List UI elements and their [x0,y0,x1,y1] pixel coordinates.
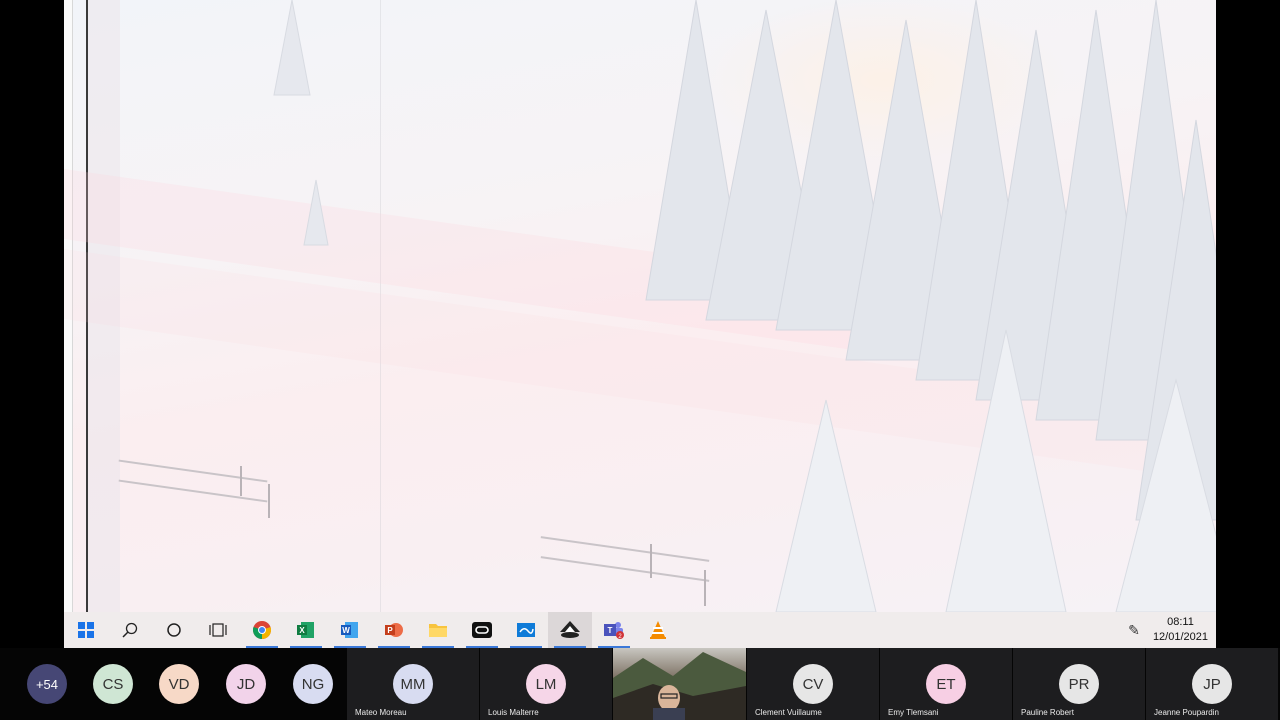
chrome-button[interactable] [240,612,284,648]
fence [118,459,268,483]
start-button[interactable] [64,612,108,648]
windows-taskbar: X W P T 2 ✎ 08:11 12/01/2021 [64,612,1216,648]
avatar: MM [393,664,433,704]
avatar: CV [793,664,833,704]
whiteboard-button[interactable] [504,612,548,648]
powerpoint-button[interactable]: P [372,612,416,648]
oculus-icon [472,622,492,638]
fence-post [650,544,652,578]
powerpoint-icon: P [385,623,403,637]
participant-video-image [613,652,746,720]
participant-avatar[interactable]: NG [293,648,333,720]
fence [118,479,268,503]
circle-icon [167,623,181,637]
inkscape-icon [560,621,580,638]
participant-avatar[interactable]: JD [226,648,266,720]
clock-time: 08:11 [1167,616,1194,628]
whiteboard-icon [517,623,535,637]
fence-post [240,466,242,496]
avatar: ET [926,664,966,704]
svg-text:W: W [342,626,350,635]
avatar: CS [93,664,133,704]
participant-tile[interactable]: PR Pauline Robert [1013,648,1145,720]
folder-icon [429,624,447,637]
task-view-button[interactable] [196,612,240,648]
participant-avatar[interactable]: CS [93,648,133,720]
participant-name: Mateo Moreau [355,708,407,717]
vlc-button[interactable] [636,612,680,648]
teams-button[interactable]: T 2 [592,612,636,648]
fence-post [704,570,706,606]
participant-tile[interactable]: JP Jeanne Poupardin [1146,648,1278,720]
oculus-button[interactable] [460,612,504,648]
vlc-icon [650,621,666,639]
word-button[interactable]: W [328,612,372,648]
participant-tile[interactable]: MM Mateo Moreau [347,648,479,720]
svg-text:X: X [299,626,305,635]
participant-name: Pauline Robert [1021,708,1074,717]
excel-icon: X [297,622,314,638]
participant-name: Jeanne Poupardin [1154,708,1219,717]
task-view-icon [209,623,227,637]
more-participants-count: +54 [27,664,67,704]
svg-text:P: P [387,626,393,635]
search-button[interactable] [108,612,152,648]
participant-video[interactable] [613,648,746,720]
file-explorer-button[interactable] [416,612,460,648]
participant-name: Louis Malterre [488,708,539,717]
shared-screen [64,0,1216,612]
snowy-forest-image [645,0,1216,612]
avatar: JP [1192,664,1232,704]
windows-icon [78,622,94,638]
fence-post [268,484,270,518]
avatar: LM [526,664,566,704]
participant-tile[interactable]: ET Emy Tlemsani [880,648,1012,720]
cortana-button[interactable] [152,612,196,648]
avatar: NG [293,664,333,704]
more-participants-button[interactable]: +54 [27,648,67,720]
teams-icon: T 2 [604,622,624,640]
avatar: PR [1059,664,1099,704]
chrome-icon [252,621,272,639]
clock[interactable]: 08:11 12/01/2021 [1149,615,1216,645]
excel-button[interactable]: X [284,612,328,648]
participants-strip: +54 CS VD JD NG MM Mateo Moreau LM Louis… [0,648,1280,720]
participant-name: Emy Tlemsani [888,708,939,717]
participant-tile[interactable]: CV Clement Vuillaume [747,648,879,720]
small-trees-image [273,0,329,246]
svg-text:T: T [608,626,613,635]
search-icon [122,622,138,638]
participant-name: Clement Vuillaume [755,708,822,717]
clock-date: 12/01/2021 [1152,631,1208,643]
participant-tile[interactable]: LM Louis Malterre [480,648,612,720]
participant-avatar[interactable]: VD [159,648,199,720]
inkscape-button[interactable] [548,612,592,648]
avatar: JD [226,664,266,704]
system-tray: ✎ 08:11 12/01/2021 [1119,612,1216,648]
pen-icon[interactable]: ✎ [1119,622,1149,639]
word-icon: W [341,622,358,638]
avatar: VD [159,664,199,704]
